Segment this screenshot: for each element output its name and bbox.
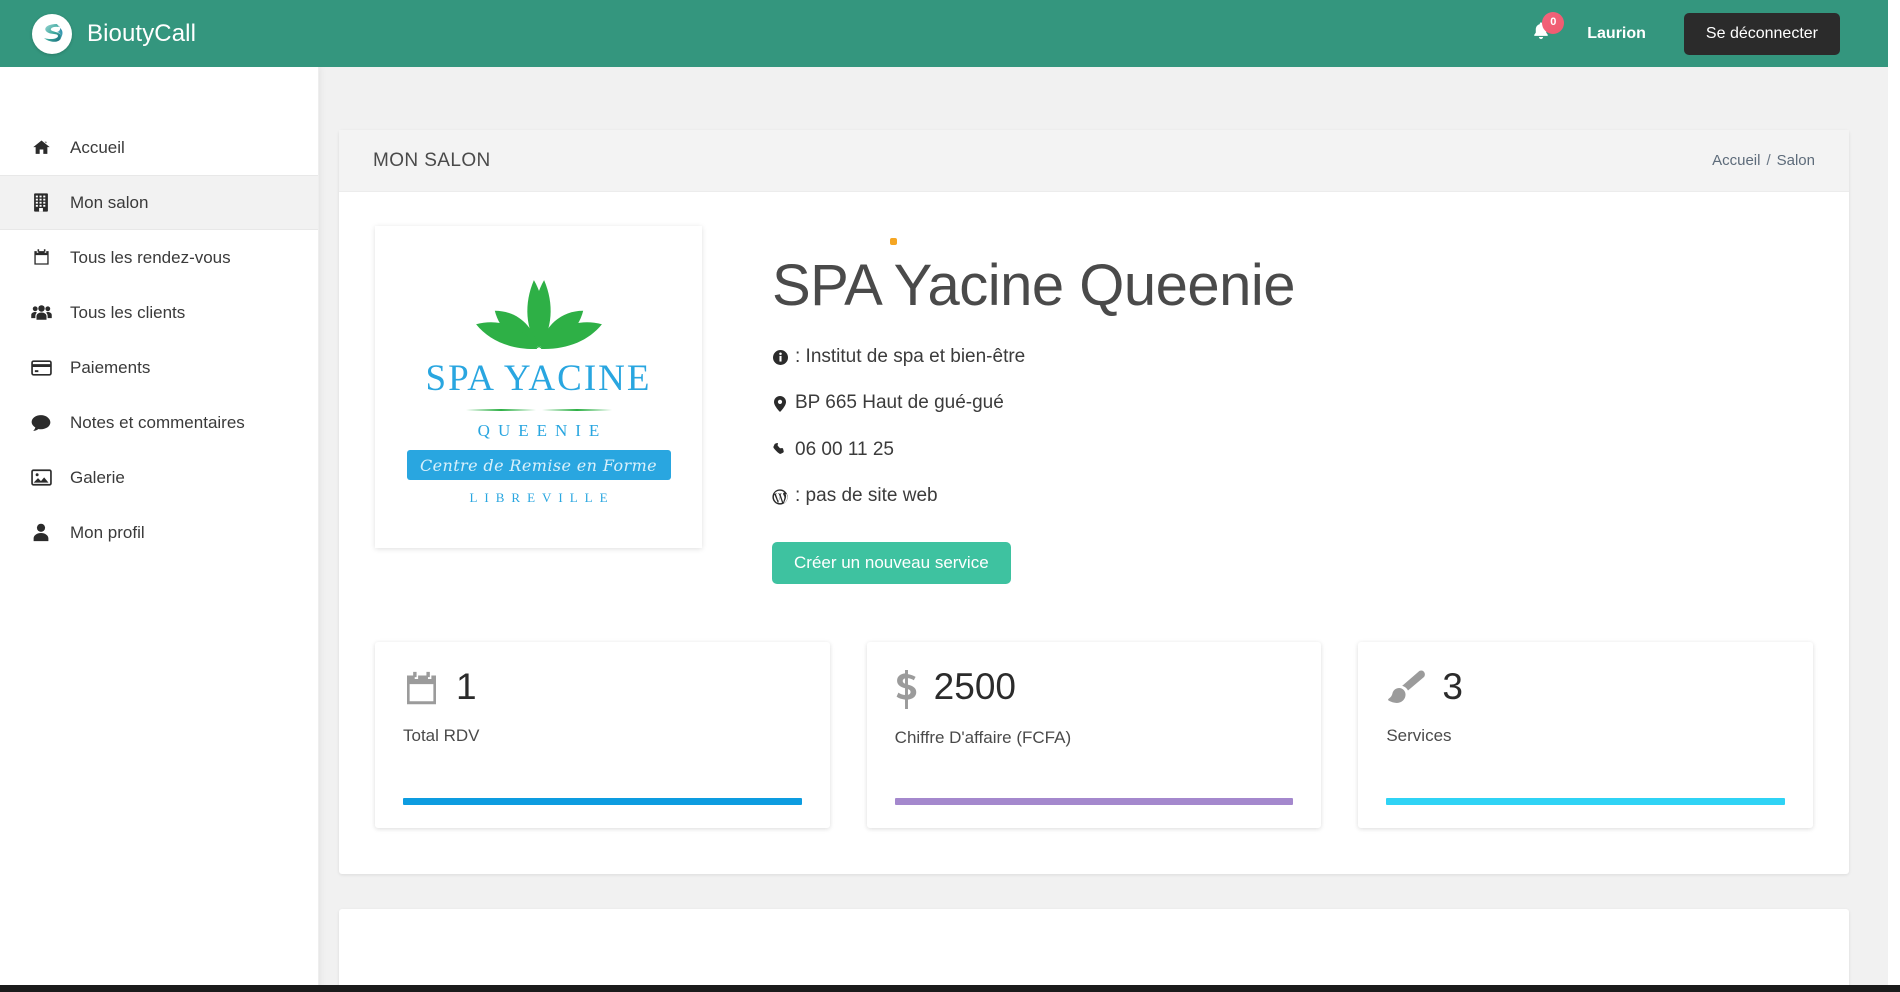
- info-circle-icon: [772, 349, 788, 365]
- calendar-icon: [403, 670, 440, 712]
- notifications-button[interactable]: 0: [1521, 11, 1565, 54]
- users-icon: [30, 304, 52, 321]
- home-icon: [30, 138, 52, 157]
- brand-link[interactable]: BioutyCall: [32, 13, 197, 54]
- stat-progress-bar: [403, 797, 802, 805]
- sidebar-item-mon-salon[interactable]: Mon salon: [0, 175, 318, 230]
- salon-website: : pas de site web: [795, 485, 938, 507]
- sidebar-item-label: Accueil: [70, 137, 125, 157]
- wordpress-icon: [772, 489, 788, 505]
- phone-icon: [772, 442, 788, 458]
- user-name[interactable]: Laurion: [1587, 25, 1646, 43]
- brand-name: BioutyCall: [87, 19, 197, 47]
- dollar-icon: [895, 669, 918, 714]
- salon-phone: 06 00 11 25: [795, 438, 894, 460]
- salon-hero: SPA YACINE QUEENIE Centre de Remise en F…: [375, 226, 1813, 584]
- stat-progress-bar: [1386, 797, 1786, 805]
- salon-logo-banner-text: Centre de Remise en Forme: [419, 455, 658, 475]
- sidebar-item-accueil[interactable]: Accueil: [0, 120, 318, 175]
- sidebar-item-mon-profil[interactable]: Mon profil: [0, 505, 318, 560]
- comment-icon: [30, 414, 52, 432]
- panel-header: MON SALON Accueil / Salon: [339, 130, 1849, 192]
- next-panel-preview: [339, 909, 1849, 992]
- breadcrumb: Accueil / Salon: [1712, 152, 1815, 169]
- logout-button[interactable]: Se déconnecter: [1683, 12, 1840, 55]
- sidebar-item-tous-les-rendez-vous[interactable]: Tous les rendez-vous: [0, 230, 318, 285]
- salon-logo-image: SPA YACINE QUEENIE Centre de Remise en F…: [375, 226, 702, 548]
- stat-progress-bar: [894, 797, 1294, 805]
- stat-value: 2500: [933, 665, 1016, 707]
- salon-logo-title: SPA YACINE: [425, 358, 652, 399]
- stat-card-chiffre-daffaire: 2500 Chiffre D'affaire (FCFA): [866, 641, 1322, 828]
- status-dot: [890, 238, 897, 245]
- stat-value: 1: [456, 665, 477, 707]
- bioutycall-logo-icon: [32, 13, 72, 54]
- salon-logo-divider: [459, 406, 619, 414]
- sidebar: Accueil Mon salon Tous les rendez-vous T…: [0, 67, 319, 992]
- credit-card-icon: [30, 359, 52, 376]
- sidebar-item-label: Mon salon: [70, 192, 149, 212]
- sidebar-item-label: Tous les rendez-vous: [70, 247, 231, 267]
- sidebar-item-paiements[interactable]: Paiements: [0, 340, 318, 395]
- breadcrumb-home[interactable]: Accueil: [1712, 152, 1760, 169]
- stat-value: 3: [1442, 665, 1463, 707]
- create-service-button[interactable]: Créer un nouveau service: [772, 541, 1011, 584]
- salon-website-row: : pas de site web: [772, 482, 1813, 511]
- page-title: MON SALON: [373, 149, 491, 171]
- calendar-icon: [30, 248, 52, 267]
- sidebar-item-notes-et-commentaires[interactable]: Notes et commentaires: [0, 395, 318, 450]
- stat-label: Chiffre D'affaire (FCFA): [894, 727, 1072, 747]
- user-icon: [30, 523, 52, 542]
- stats-row: 1 Total RDV 2500 Chiffre D'affaire (FCFA…: [375, 641, 1814, 828]
- paint-brush-icon: [1386, 670, 1426, 712]
- sidebar-item-label: Tous les clients: [70, 302, 186, 322]
- sidebar-item-label: Galerie: [70, 467, 125, 487]
- stat-card-total-rdv: 1 Total RDV: [375, 641, 830, 828]
- building-icon: [30, 193, 52, 212]
- sidebar-item-label: Notes et commentaires: [70, 412, 245, 432]
- sidebar-item-tous-les-clients[interactable]: Tous les clients: [0, 285, 318, 340]
- stat-label: Total RDV: [403, 725, 480, 745]
- map-marker-icon: [772, 395, 788, 412]
- breadcrumb-current: Salon: [1776, 152, 1815, 169]
- sidebar-top-spacer: [0, 67, 318, 120]
- notification-badge: 0: [1542, 11, 1565, 34]
- image-icon: [30, 469, 52, 486]
- salon-logo-city: LIBREVILLE: [469, 490, 615, 505]
- main-content: MON SALON Accueil / Salon SPA YACINE QUE…: [319, 67, 1888, 992]
- salon-name: SPA Yacine Queenie: [772, 253, 1296, 318]
- salon-info: SPA Yacine Queenie : Institut de spa et …: [702, 226, 1813, 584]
- salon-panel: MON SALON Accueil / Salon SPA YACINE QUE…: [339, 130, 1849, 874]
- page-scrollbar[interactable]: [1888, 0, 1900, 985]
- panel-body: SPA YACINE QUEENIE Centre de Remise en F…: [339, 192, 1849, 828]
- salon-address: BP 665 Haut de gué-gué: [795, 392, 1004, 414]
- salon-address-row: BP 665 Haut de gué-gué: [772, 389, 1813, 418]
- salon-logo-banner: Centre de Remise en Forme: [406, 450, 671, 480]
- salon-description: : Institut de spa et bien-être: [795, 345, 1026, 367]
- sidebar-item-label: Paiements: [70, 357, 151, 377]
- stat-label: Services: [1386, 725, 1452, 745]
- salon-phone-row: 06 00 11 25: [772, 436, 1813, 465]
- stat-card-services: 3 Services: [1358, 641, 1814, 828]
- salon-logo-subtitle: QUEENIE: [477, 421, 608, 440]
- lotus-leaf-icon: [454, 266, 624, 352]
- navbar-right-group: 0 Laurion Se déconnecter: [1521, 11, 1888, 55]
- top-navbar: BioutyCall 0 Laurion Se déconnecter: [0, 0, 1888, 67]
- salon-description-row: : Institut de spa et bien-être: [772, 343, 1813, 372]
- bottom-bar: [0, 985, 1900, 992]
- sidebar-item-label: Mon profil: [70, 522, 145, 542]
- sidebar-item-galerie[interactable]: Galerie: [0, 450, 318, 505]
- breadcrumb-separator: /: [1766, 152, 1771, 169]
